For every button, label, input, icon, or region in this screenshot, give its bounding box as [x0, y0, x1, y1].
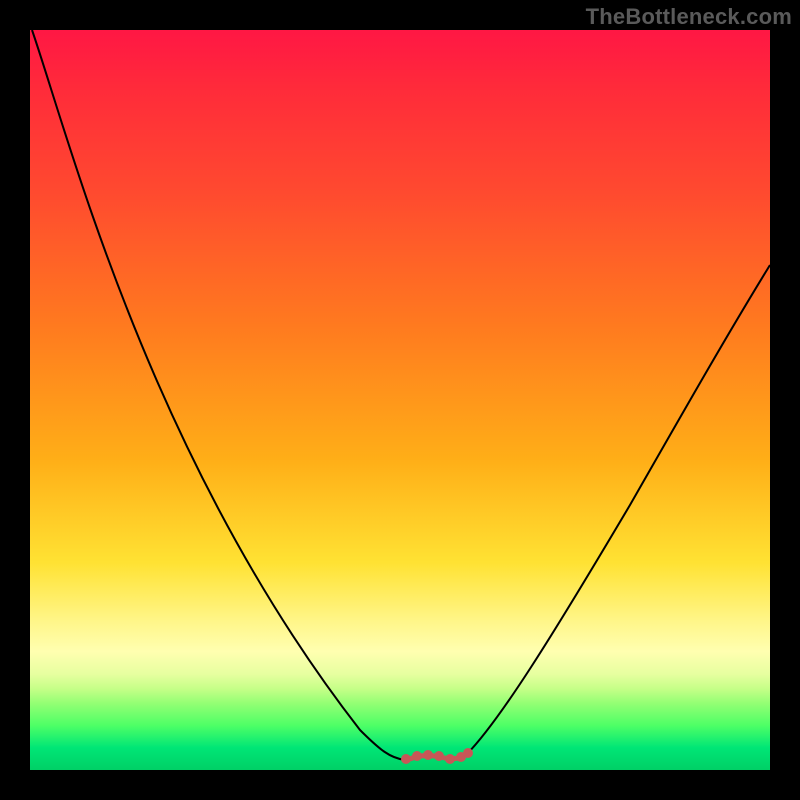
watermark-text: TheBottleneck.com [586, 4, 792, 30]
chart-frame: TheBottleneck.com [0, 0, 800, 800]
curve-left-branch [32, 30, 405, 760]
valley-dot [445, 754, 455, 764]
curve-right-branch [467, 265, 770, 754]
valley-dot [423, 750, 433, 760]
valley-dot [401, 754, 411, 764]
valley-dot [463, 748, 473, 758]
bottleneck-curve [30, 30, 770, 770]
plot-area [30, 30, 770, 770]
valley-dot [434, 751, 444, 761]
valley-dot [412, 751, 422, 761]
